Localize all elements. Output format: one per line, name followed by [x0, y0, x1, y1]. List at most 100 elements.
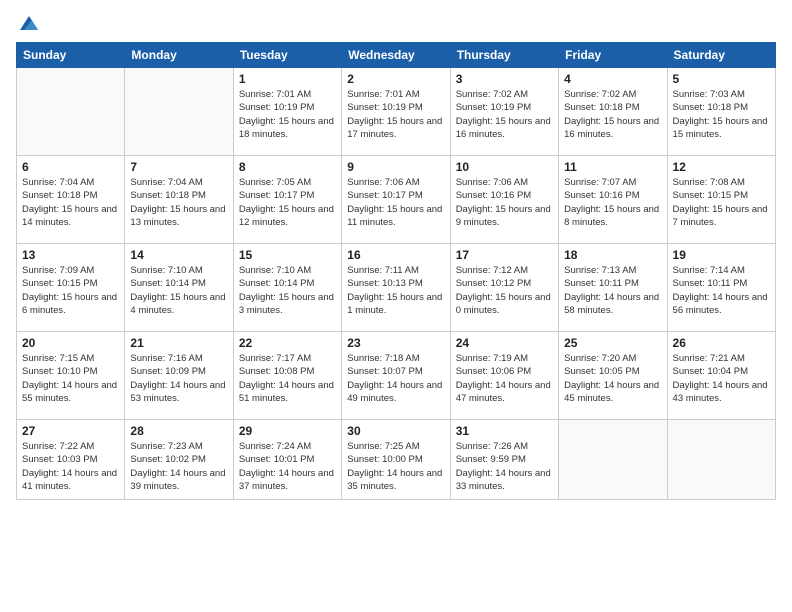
calendar-day-cell: 28 Sunrise: 7:23 AM Sunset: 10:02 PM Dayl… — [125, 420, 233, 500]
day-info: Sunrise: 7:16 AM Sunset: 10:09 PM Daylig… — [130, 352, 227, 405]
calendar-day-cell — [125, 68, 233, 156]
calendar-day-cell — [17, 68, 125, 156]
calendar-day-cell: 4 Sunrise: 7:02 AM Sunset: 10:18 PM Dayli… — [559, 68, 667, 156]
calendar-day-cell: 2Sunrise: 7:01 AM Sunset: 10:19 PM Dayli… — [342, 68, 450, 156]
calendar-day-cell: 18Sunrise: 7:13 AM Sunset: 10:11 PM Dayl… — [559, 244, 667, 332]
day-info: Sunrise: 7:23 AM Sunset: 10:02 PM Daylig… — [130, 440, 227, 493]
day-info: Sunrise: 7:17 AM Sunset: 10:08 PM Daylig… — [239, 352, 336, 405]
calendar-week-row: 27 Sunrise: 7:22 AM Sunset: 10:03 PM Dayl… — [17, 420, 776, 500]
day-info: Sunrise: 7:22 AM Sunset: 10:03 PM Daylig… — [22, 440, 119, 493]
day-number: 9 — [347, 160, 444, 174]
calendar-day-cell: 7Sunrise: 7:04 AM Sunset: 10:18 PM Dayli… — [125, 156, 233, 244]
calendar-day-cell: 6Sunrise: 7:04 AM Sunset: 10:18 PM Dayli… — [17, 156, 125, 244]
header — [16, 12, 776, 34]
day-info: Sunrise: 7:09 AM Sunset: 10:15 PM Daylig… — [22, 264, 119, 317]
calendar-day-cell: 12Sunrise: 7:08 AM Sunset: 10:15 PM Dayl… — [667, 156, 775, 244]
day-of-week-header: Monday — [125, 43, 233, 68]
day-info: Sunrise: 7:06 AM Sunset: 10:17 PM Daylig… — [347, 176, 444, 229]
day-number: 25 — [564, 336, 661, 350]
calendar-day-cell: 21 Sunrise: 7:16 AM Sunset: 10:09 PM Dayl… — [125, 332, 233, 420]
day-info: Sunrise: 7:19 AM Sunset: 10:06 PM Daylig… — [456, 352, 553, 405]
calendar-day-cell: 19 Sunrise: 7:14 AM Sunset: 10:11 PM Dayl… — [667, 244, 775, 332]
day-info: Sunrise: 7:11 AM Sunset: 10:13 PM Daylig… — [347, 264, 444, 317]
day-info: Sunrise: 7:14 AM Sunset: 10:11 PM Daylig… — [673, 264, 770, 317]
day-of-week-header: Friday — [559, 43, 667, 68]
calendar-week-row: 20 Sunrise: 7:15 AM Sunset: 10:10 PM Dayl… — [17, 332, 776, 420]
calendar-day-cell: 26 Sunrise: 7:21 AM Sunset: 10:04 PM Dayl… — [667, 332, 775, 420]
day-number: 6 — [22, 160, 119, 174]
page: SundayMondayTuesdayWednesdayThursdayFrid… — [0, 0, 792, 612]
day-info: Sunrise: 7:01 AM Sunset: 10:19 PM Daylig… — [239, 88, 336, 141]
day-number: 22 — [239, 336, 336, 350]
day-number: 16 — [347, 248, 444, 262]
day-number: 5 — [673, 72, 770, 86]
calendar-day-cell: 17 Sunrise: 7:12 AM Sunset: 10:12 PM Dayl… — [450, 244, 558, 332]
calendar-day-cell: 10 Sunrise: 7:06 AM Sunset: 10:16 PM Dayl… — [450, 156, 558, 244]
day-of-week-header: Tuesday — [233, 43, 341, 68]
calendar-day-cell: 27 Sunrise: 7:22 AM Sunset: 10:03 PM Dayl… — [17, 420, 125, 500]
day-info: Sunrise: 7:13 AM Sunset: 10:11 PM Daylig… — [564, 264, 661, 317]
day-number: 19 — [673, 248, 770, 262]
day-info: Sunrise: 7:02 AM Sunset: 10:19 PM Daylig… — [456, 88, 553, 141]
day-number: 15 — [239, 248, 336, 262]
day-number: 14 — [130, 248, 227, 262]
day-info: Sunrise: 7:10 AM Sunset: 10:14 PM Daylig… — [130, 264, 227, 317]
day-number: 4 — [564, 72, 661, 86]
calendar-day-cell: 11Sunrise: 7:07 AM Sunset: 10:16 PM Dayl… — [559, 156, 667, 244]
calendar-day-cell: 30Sunrise: 7:25 AM Sunset: 10:00 PM Dayl… — [342, 420, 450, 500]
day-info: Sunrise: 7:20 AM Sunset: 10:05 PM Daylig… — [564, 352, 661, 405]
calendar-week-row: 13 Sunrise: 7:09 AM Sunset: 10:15 PM Dayl… — [17, 244, 776, 332]
day-info: Sunrise: 7:12 AM Sunset: 10:12 PM Daylig… — [456, 264, 553, 317]
day-info: Sunrise: 7:07 AM Sunset: 10:16 PM Daylig… — [564, 176, 661, 229]
day-info: Sunrise: 7:15 AM Sunset: 10:10 PM Daylig… — [22, 352, 119, 405]
logo-icon — [18, 12, 40, 34]
day-info: Sunrise: 7:04 AM Sunset: 10:18 PM Daylig… — [130, 176, 227, 229]
day-number: 26 — [673, 336, 770, 350]
calendar: SundayMondayTuesdayWednesdayThursdayFrid… — [16, 42, 776, 500]
calendar-day-cell: 31 Sunrise: 7:26 AM Sunset: 9:59 PM Dayli… — [450, 420, 558, 500]
calendar-day-cell: 5 Sunrise: 7:03 AM Sunset: 10:18 PM Dayli… — [667, 68, 775, 156]
logo — [16, 12, 40, 34]
day-info: Sunrise: 7:06 AM Sunset: 10:16 PM Daylig… — [456, 176, 553, 229]
calendar-day-cell: 23 Sunrise: 7:18 AM Sunset: 10:07 PM Dayl… — [342, 332, 450, 420]
calendar-day-cell: 14 Sunrise: 7:10 AM Sunset: 10:14 PM Dayl… — [125, 244, 233, 332]
calendar-header-row: SundayMondayTuesdayWednesdayThursdayFrid… — [17, 43, 776, 68]
calendar-day-cell — [559, 420, 667, 500]
day-of-week-header: Sunday — [17, 43, 125, 68]
day-info: Sunrise: 7:25 AM Sunset: 10:00 PM Daylig… — [347, 440, 444, 493]
calendar-day-cell: 8Sunrise: 7:05 AM Sunset: 10:17 PM Dayli… — [233, 156, 341, 244]
calendar-day-cell: 16 Sunrise: 7:11 AM Sunset: 10:13 PM Dayl… — [342, 244, 450, 332]
day-number: 28 — [130, 424, 227, 438]
day-number: 20 — [22, 336, 119, 350]
day-number: 1 — [239, 72, 336, 86]
day-number: 27 — [22, 424, 119, 438]
calendar-day-cell: 1 Sunrise: 7:01 AM Sunset: 10:19 PM Dayli… — [233, 68, 341, 156]
calendar-day-cell: 25 Sunrise: 7:20 AM Sunset: 10:05 PM Dayl… — [559, 332, 667, 420]
day-of-week-header: Wednesday — [342, 43, 450, 68]
day-number: 17 — [456, 248, 553, 262]
calendar-day-cell: 22 Sunrise: 7:17 AM Sunset: 10:08 PM Dayl… — [233, 332, 341, 420]
calendar-day-cell: 3Sunrise: 7:02 AM Sunset: 10:19 PM Dayli… — [450, 68, 558, 156]
day-number: 10 — [456, 160, 553, 174]
day-info: Sunrise: 7:26 AM Sunset: 9:59 PM Dayligh… — [456, 440, 553, 493]
calendar-day-cell — [667, 420, 775, 500]
day-of-week-header: Saturday — [667, 43, 775, 68]
day-number: 23 — [347, 336, 444, 350]
day-number: 31 — [456, 424, 553, 438]
calendar-day-cell: 15Sunrise: 7:10 AM Sunset: 10:14 PM Dayl… — [233, 244, 341, 332]
calendar-week-row: 1 Sunrise: 7:01 AM Sunset: 10:19 PM Dayli… — [17, 68, 776, 156]
calendar-day-cell: 13 Sunrise: 7:09 AM Sunset: 10:15 PM Dayl… — [17, 244, 125, 332]
day-info: Sunrise: 7:21 AM Sunset: 10:04 PM Daylig… — [673, 352, 770, 405]
day-info: Sunrise: 7:05 AM Sunset: 10:17 PM Daylig… — [239, 176, 336, 229]
day-number: 21 — [130, 336, 227, 350]
day-info: Sunrise: 7:18 AM Sunset: 10:07 PM Daylig… — [347, 352, 444, 405]
day-info: Sunrise: 7:02 AM Sunset: 10:18 PM Daylig… — [564, 88, 661, 141]
day-of-week-header: Thursday — [450, 43, 558, 68]
day-number: 13 — [22, 248, 119, 262]
day-info: Sunrise: 7:03 AM Sunset: 10:18 PM Daylig… — [673, 88, 770, 141]
day-number: 2 — [347, 72, 444, 86]
day-number: 12 — [673, 160, 770, 174]
calendar-day-cell: 20 Sunrise: 7:15 AM Sunset: 10:10 PM Dayl… — [17, 332, 125, 420]
calendar-day-cell: 24Sunrise: 7:19 AM Sunset: 10:06 PM Dayl… — [450, 332, 558, 420]
calendar-week-row: 6 Sunrise: 7:04 AM Sunset: 10:18 PM Dayli… — [17, 156, 776, 244]
